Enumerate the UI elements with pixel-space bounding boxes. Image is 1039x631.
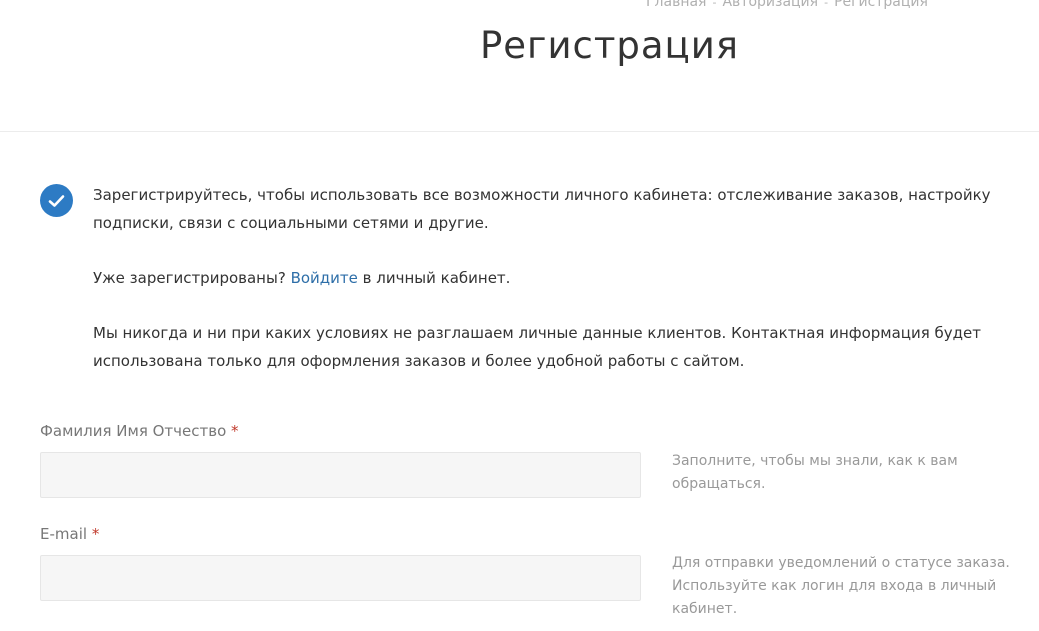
checkmark-icon (48, 194, 65, 207)
notice-already-registered: Уже зарегистрированы? Войдите в личный к… (93, 264, 1023, 292)
breadcrumb-separator: - (824, 0, 829, 9)
registration-notice: Зарегистрируйтесь, чтобы использовать вс… (93, 181, 1023, 402)
registration-page: Главная - Авторизация - Регистрация Регистра… (0, 0, 1039, 631)
check-circle-icon (40, 184, 73, 217)
email-label-text: E-mail (40, 525, 88, 543)
breadcrumb-item-home[interactable]: Главная (646, 0, 706, 10)
breadcrumb-item-auth[interactable]: Авторизация (722, 0, 818, 10)
email-hint: Для отправки уведомлений о статусе заказ… (672, 555, 1010, 617)
breadcrumb-item-current: Регистрация (834, 0, 928, 10)
fullname-label-text: Фамилия Имя Отчество (40, 422, 227, 440)
notice-privacy: Мы никогда и ни при каких условиях не ра… (93, 324, 982, 370)
fullname-label: Фамилия Имя Отчество * (40, 422, 239, 440)
required-mark: * (231, 422, 239, 440)
notice-already-prefix: Уже зарегистрированы? (93, 269, 291, 287)
breadcrumb: Главная - Авторизация - Регистрация (646, 0, 928, 10)
breadcrumb-separator: - (712, 0, 717, 9)
email-input[interactable] (40, 555, 641, 601)
page-title: Регистрация (479, 24, 740, 67)
login-link[interactable]: Войдите (291, 269, 358, 287)
required-mark: * (91, 525, 100, 543)
notice-intro: Зарегистрируйтесь, чтобы использовать вс… (93, 186, 991, 232)
fullname-hint: Заполните, чтобы мы знали, как к вам обр… (672, 453, 958, 492)
email-label: E-mail * (40, 525, 99, 543)
header-divider (0, 131, 1039, 132)
notice-already-suffix: в личный кабинет. (357, 269, 511, 287)
fullname-input[interactable] (40, 452, 641, 498)
